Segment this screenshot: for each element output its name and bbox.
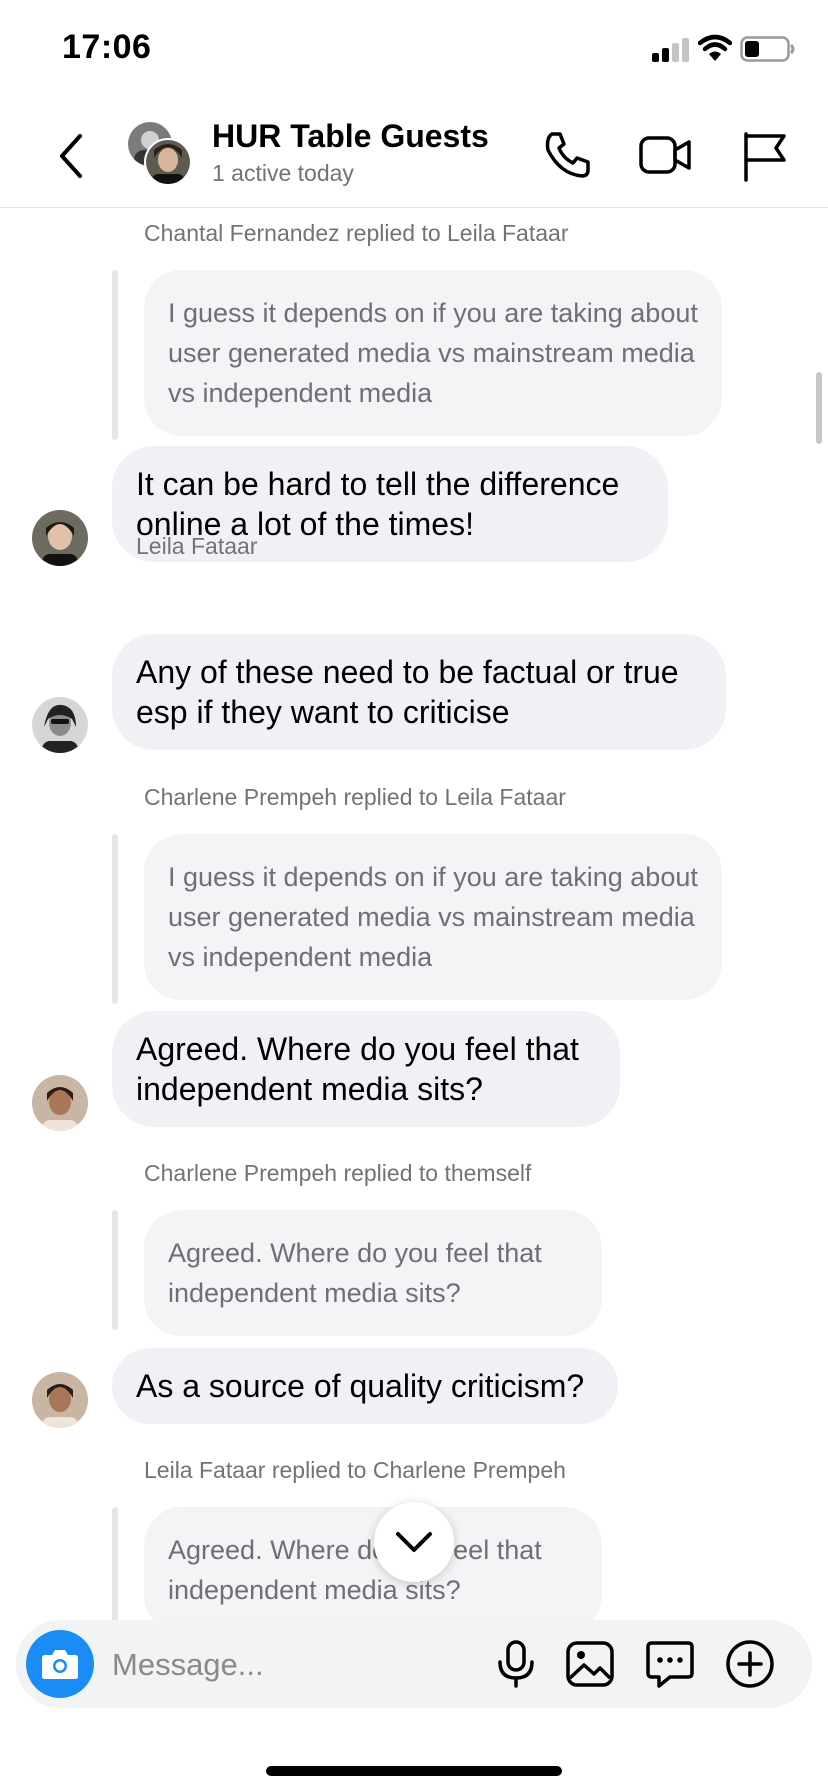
message-bubble[interactable]: Agreed. Where do you feel that independe… xyxy=(112,1011,620,1127)
back-chevron-icon[interactable] xyxy=(48,124,98,184)
message-input[interactable] xyxy=(110,1634,494,1696)
chat-header: HUR Table Guests 1 active today xyxy=(0,100,828,208)
phone-icon[interactable] xyxy=(540,128,594,182)
sender-name: Leila Fataar xyxy=(136,533,258,559)
avatar[interactable] xyxy=(32,510,88,566)
reply-label: Leila Fataar replied to Charlene Prempeh xyxy=(144,1457,566,1483)
active-status: 1 active today xyxy=(212,160,354,186)
group-avatar[interactable] xyxy=(126,120,192,186)
avatar[interactable] xyxy=(32,697,88,753)
message-bubble[interactable]: Any of these need to be factual or true … xyxy=(112,634,726,750)
reply-label: Charlene Prempeh replied to themself xyxy=(144,1160,532,1186)
quoted-message[interactable]: Agreed. Where do you feel that independe… xyxy=(144,1507,602,1620)
quoted-message[interactable]: I guess it depends on if you are taking … xyxy=(144,270,722,436)
chat-title-block[interactable]: HUR Table Guests 1 active today xyxy=(212,116,489,188)
camera-icon xyxy=(42,1650,78,1679)
message-composer xyxy=(16,1620,812,1708)
wifi-icon xyxy=(698,34,732,61)
plus-circle-icon[interactable] xyxy=(724,1638,776,1690)
video-camera-icon[interactable] xyxy=(638,128,692,182)
reply-label: Charlene Prempeh replied to Leila Fataar xyxy=(144,784,566,810)
image-icon[interactable] xyxy=(564,1638,616,1690)
scrollbar[interactable] xyxy=(816,372,822,444)
chevron-down-icon xyxy=(396,1532,432,1552)
message-thread[interactable]: Chantal Fernandez replied to Leila Fataa… xyxy=(0,208,828,1620)
reply-label: Chantal Fernandez replied to Leila Fataa… xyxy=(144,220,569,246)
avatar[interactable] xyxy=(32,1372,88,1428)
status-bar: 17:06 xyxy=(0,0,828,100)
microphone-icon[interactable] xyxy=(490,1638,542,1690)
avatar[interactable] xyxy=(32,1075,88,1131)
camera-button[interactable] xyxy=(26,1630,94,1698)
status-time: 17:06 xyxy=(62,28,152,66)
quoted-message[interactable]: Agreed. Where do you feel that independe… xyxy=(144,1210,602,1336)
quote-bar xyxy=(112,834,118,1004)
quote-bar xyxy=(112,1507,118,1620)
scroll-to-bottom-button[interactable] xyxy=(374,1502,454,1582)
home-indicator[interactable] xyxy=(266,1766,562,1776)
message-bubble[interactable]: As a source of quality criticism? xyxy=(112,1348,618,1424)
battery-icon xyxy=(740,36,795,62)
quote-bar xyxy=(112,1210,118,1330)
chat-title: HUR Table Guests xyxy=(212,118,489,154)
sticker-chat-icon[interactable] xyxy=(644,1638,696,1690)
cellular-signal-icon xyxy=(652,38,689,62)
quoted-message[interactable]: I guess it depends on if you are taking … xyxy=(144,834,722,1000)
quote-bar xyxy=(112,270,118,440)
flag-icon[interactable] xyxy=(738,128,792,182)
